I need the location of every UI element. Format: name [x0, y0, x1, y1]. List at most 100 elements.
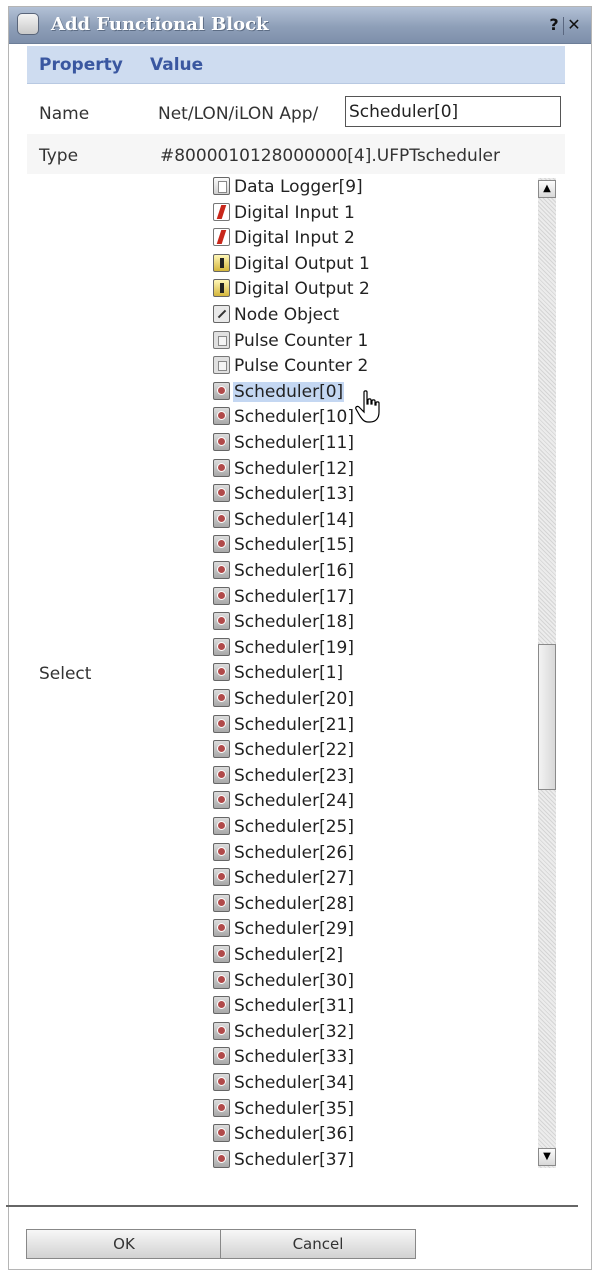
tree-item-label: Scheduler[27] [234, 868, 355, 889]
tree-item[interactable]: Scheduler[28] [213, 893, 355, 915]
tree-item[interactable]: Scheduler[27] [213, 867, 355, 889]
title-bar[interactable]: Add Functional Block ? ✕ [9, 7, 591, 44]
tree-item[interactable]: Scheduler[35] [213, 1098, 355, 1120]
tree-item-label: Digital Output 2 [234, 279, 370, 300]
tree-item[interactable]: Digital Input 2 [213, 227, 356, 249]
scheduler-icon [213, 1149, 230, 1168]
tree-item-label: Scheduler[22] [234, 740, 355, 761]
tree-item-label: Scheduler[28] [234, 893, 355, 914]
tree-item[interactable]: Scheduler[14] [213, 509, 355, 531]
scheduler-icon [213, 458, 230, 477]
tree-item[interactable]: Scheduler[22] [213, 739, 355, 761]
tree-item[interactable]: Data Logger[9] [213, 176, 364, 198]
scheduler-icon [213, 509, 230, 528]
select-label: Select [39, 664, 92, 684]
tree-item-label: Scheduler[34] [234, 1073, 355, 1093]
scheduler-icon [213, 407, 230, 426]
close-button[interactable]: ✕ [565, 15, 583, 35]
node-object-icon [213, 305, 230, 323]
scroll-down-button[interactable]: ▼ [538, 1148, 556, 1166]
scroll-up-button[interactable]: ▲ [538, 180, 556, 198]
tree-item[interactable]: Scheduler[26] [213, 842, 355, 864]
data-logger-icon [213, 177, 230, 195]
tree-item-label: Scheduler[16] [234, 561, 355, 581]
type-label: Type [39, 146, 79, 166]
tree-item[interactable]: Digital Output 2 [213, 278, 371, 300]
scheduler-icon [213, 945, 230, 963]
scheduler-icon [213, 842, 230, 861]
tree-item[interactable]: Scheduler[29] [213, 918, 355, 940]
tree-item-label: Scheduler[14] [234, 509, 355, 530]
tree-item[interactable]: Scheduler[24] [213, 790, 355, 812]
tree-item[interactable]: Scheduler[32] [213, 1021, 355, 1043]
tree-item[interactable]: Scheduler[33] [213, 1046, 355, 1068]
tree-item[interactable]: Node Object [213, 304, 340, 326]
name-label: Name [39, 104, 90, 124]
tree-item[interactable]: Pulse Counter 1 [213, 330, 369, 352]
tree-item-label: Scheduler[36] [234, 1124, 355, 1145]
hand-cursor-icon [355, 390, 380, 423]
scheduler-icon [213, 1021, 230, 1040]
tree-scrollbar[interactable]: ▲ ▼ [538, 178, 556, 1168]
tree-item[interactable]: Scheduler[2] [213, 944, 344, 966]
scheduler-icon [213, 740, 230, 759]
tree-item[interactable]: Digital Input 1 [213, 202, 356, 224]
digital-input-icon [213, 228, 230, 247]
tree-item-label: Pulse Counter 1 [234, 330, 369, 351]
tree-item-label: Scheduler[21] [234, 714, 355, 735]
dialog-title: Add Functional Block [51, 14, 269, 35]
name-input[interactable] [345, 96, 561, 127]
tree-item[interactable]: Scheduler[34] [213, 1072, 355, 1094]
tree-item[interactable]: Scheduler[36] [213, 1123, 355, 1145]
tree-item[interactable]: Scheduler[21] [213, 714, 355, 736]
tree-item[interactable]: Scheduler[12] [213, 458, 355, 480]
tree-item[interactable]: Scheduler[37] [213, 1149, 355, 1171]
header-value: Value [150, 55, 204, 75]
tree-item[interactable]: Scheduler[1] [213, 662, 344, 684]
tree-item[interactable]: Scheduler[15] [213, 534, 355, 556]
tree-item-label: Scheduler[32] [234, 1021, 355, 1042]
tree-item[interactable]: Scheduler[19] [213, 637, 355, 659]
tree-item-label: Scheduler[10] [234, 407, 355, 428]
tree-item[interactable]: Scheduler[16] [213, 560, 355, 582]
tree-item-label: Scheduler[19] [234, 637, 355, 658]
tree-item-label: Scheduler[23] [234, 765, 355, 786]
tree-item[interactable]: Scheduler[31] [213, 995, 355, 1017]
tree-item[interactable]: Scheduler[13] [213, 483, 355, 505]
tree-item-label: Scheduler[2] [234, 945, 344, 965]
tree-item[interactable]: Scheduler[0] [213, 381, 345, 403]
tree-item[interactable]: Scheduler[11] [213, 432, 355, 454]
tree-item[interactable]: Scheduler[10] [213, 406, 355, 428]
tree-item[interactable]: Scheduler[17] [213, 586, 355, 608]
help-button[interactable]: ? [546, 15, 562, 35]
tree-item-label: Scheduler[26] [234, 842, 355, 863]
cancel-button[interactable]: Cancel [220, 1229, 416, 1259]
tree-item[interactable]: Scheduler[30] [213, 970, 355, 992]
scheduler-icon [213, 714, 230, 733]
tree-item[interactable]: Digital Output 1 [213, 253, 371, 275]
scheduler-icon [213, 970, 230, 989]
scroll-thumb[interactable] [538, 644, 556, 790]
scheduler-icon [213, 561, 230, 579]
tree-item-label: Scheduler[30] [234, 970, 355, 991]
scheduler-icon [213, 1098, 230, 1117]
tree-item[interactable]: Pulse Counter 2 [213, 355, 369, 377]
ok-button[interactable]: OK [26, 1229, 222, 1259]
scheduler-icon [213, 868, 230, 887]
scheduler-icon [213, 689, 230, 707]
tree-item-label: Data Logger[9] [234, 177, 363, 197]
scheduler-icon [213, 919, 230, 938]
tree-item[interactable]: Scheduler[20] [213, 688, 355, 710]
tree-item[interactable]: Scheduler[18] [213, 611, 355, 633]
pulse-counter-icon [213, 356, 230, 375]
scheduler-icon [213, 791, 230, 810]
scheduler-icon [213, 612, 230, 631]
digital-output-icon [213, 279, 230, 298]
tree-item-label: Node Object [234, 305, 340, 325]
type-value: #8000010128000000[4].UFPTscheduler [160, 146, 500, 166]
scheduler-icon [213, 1047, 230, 1066]
window-icon [17, 13, 39, 35]
tree-item[interactable]: Scheduler[25] [213, 816, 355, 838]
tree-item[interactable]: Scheduler[23] [213, 765, 355, 787]
tree-item-label: Scheduler[35] [234, 1098, 355, 1119]
